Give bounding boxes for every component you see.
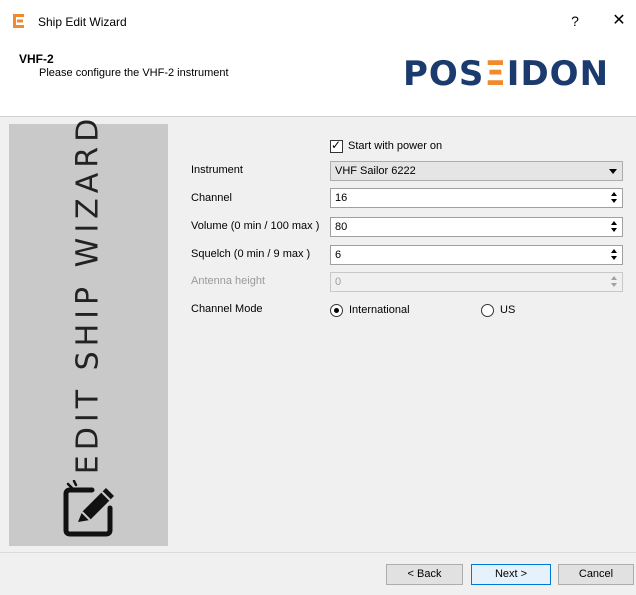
- radio-international[interactable]: International: [330, 302, 410, 318]
- help-button[interactable]: ?: [566, 11, 584, 31]
- squelch-label: Squelch (0 min / 9 max ): [191, 248, 311, 260]
- close-button[interactable]: ✕: [610, 11, 628, 31]
- antenna-spinbox: 0: [330, 272, 623, 292]
- channel-mode-label: Channel Mode: [191, 303, 263, 315]
- checkmark-icon: ✓: [331, 137, 342, 152]
- volume-value: 80: [335, 221, 348, 233]
- volume-spinbox[interactable]: 80: [330, 217, 623, 237]
- antenna-value: 0: [335, 276, 342, 288]
- edit-pencil-icon: [63, 480, 114, 537]
- next-button[interactable]: Next >: [471, 564, 551, 585]
- channel-spinbox[interactable]: 16: [330, 188, 623, 208]
- radio-international-label: International: [349, 304, 410, 316]
- form-panel: ✓ Start with power on Instrument VHF Sai…: [168, 124, 632, 546]
- volume-label: Volume (0 min / 100 max ): [191, 220, 320, 232]
- poseidon-logo: POSΞIDON: [403, 55, 609, 93]
- antenna-label: Antenna height: [191, 275, 266, 287]
- channel-value: 16: [335, 192, 348, 204]
- radio-button[interactable]: [330, 303, 343, 317]
- spin-arrows-icon[interactable]: [609, 248, 620, 262]
- radio-us[interactable]: US: [481, 302, 515, 318]
- spin-arrows-icon: [609, 275, 620, 289]
- ship-edit-wizard-window: Ship Edit Wizard ? ✕ VHF-2 Please config…: [0, 0, 636, 595]
- squelch-spinbox[interactable]: 6: [330, 245, 623, 265]
- instrument-select[interactable]: VHF Sailor 6222: [330, 161, 623, 181]
- back-button[interactable]: < Back: [386, 564, 463, 585]
- footer-divider: [0, 552, 636, 553]
- start-power-checkbox[interactable]: ✓: [330, 137, 343, 153]
- start-power-row[interactable]: ✓ Start with power on: [330, 138, 442, 154]
- logo-e-mark: Ξ: [484, 54, 507, 94]
- radio-us-label: US: [500, 304, 516, 316]
- app-logo-icon: [13, 14, 24, 28]
- cancel-button[interactable]: Cancel: [558, 564, 634, 585]
- window-title: Ship Edit Wizard: [38, 15, 127, 29]
- side-banner-text: EDIT SHIP WIZARD: [70, 113, 106, 475]
- channel-label: Channel: [191, 192, 232, 204]
- logo-prefix: POS: [403, 54, 485, 94]
- logo-suffix: IDON: [506, 54, 610, 94]
- chevron-down-icon[interactable]: [609, 169, 617, 174]
- page-subtitle: Please configure the VHF-2 instrument: [39, 67, 229, 79]
- start-power-label: Start with power on: [348, 140, 443, 152]
- spin-arrows-icon[interactable]: [609, 220, 620, 234]
- squelch-value: 6: [335, 249, 342, 261]
- instrument-label: Instrument: [191, 164, 243, 176]
- spin-arrows-icon[interactable]: [609, 191, 620, 205]
- wizard-header: VHF-2 Please configure the VHF-2 instrum…: [0, 40, 636, 116]
- instrument-value: VHF Sailor 6222: [335, 165, 416, 177]
- page-title: VHF-2: [19, 52, 54, 66]
- title-bar: Ship Edit Wizard ? ✕: [0, 0, 636, 40]
- radio-button[interactable]: [481, 303, 494, 317]
- side-banner: EDIT SHIP WIZARD: [9, 114, 168, 546]
